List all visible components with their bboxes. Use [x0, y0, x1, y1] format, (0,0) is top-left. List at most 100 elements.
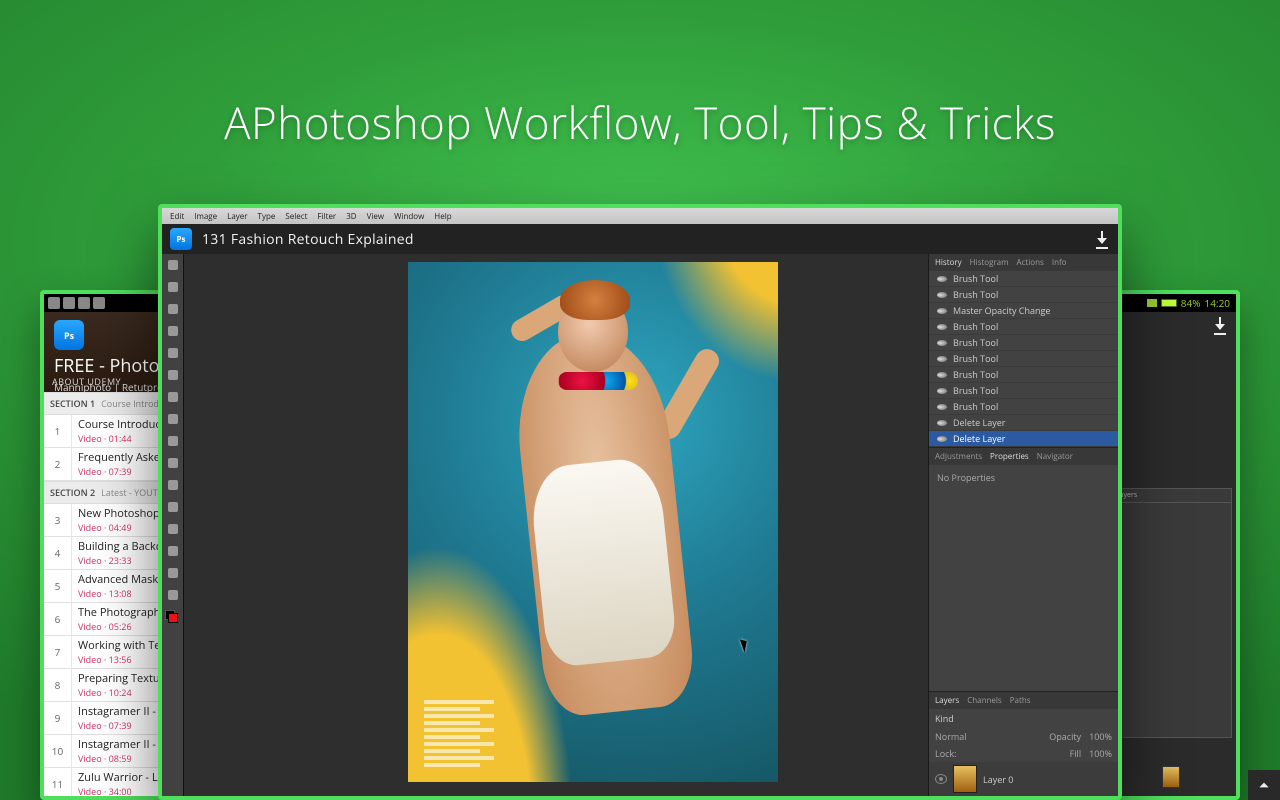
- menu-item[interactable]: Edit: [170, 211, 184, 222]
- history-item[interactable]: Brush Tool: [929, 319, 1118, 335]
- menu-item[interactable]: Window: [394, 211, 424, 222]
- history-item[interactable]: Master Opacity Change: [929, 303, 1118, 319]
- tool-button[interactable]: [162, 298, 183, 320]
- panel-tab[interactable]: Navigator: [1037, 451, 1073, 462]
- tool-icon: [168, 282, 178, 292]
- document-canvas[interactable]: [408, 262, 778, 782]
- tool-strip[interactable]: [162, 254, 184, 796]
- magazine-text: [424, 697, 504, 770]
- menu-item[interactable]: Select: [285, 211, 307, 222]
- tool-icon: [168, 370, 178, 380]
- kind-label: Kind: [935, 712, 954, 725]
- tool-icon: [168, 392, 178, 402]
- history-item[interactable]: Delete Layer: [929, 415, 1118, 431]
- tool-icon: [168, 260, 178, 270]
- download-icon[interactable]: [1094, 231, 1110, 247]
- menu-item[interactable]: Type: [258, 211, 276, 222]
- panel-tabs-history[interactable]: History Histogram Actions Info: [929, 254, 1118, 271]
- tool-button[interactable]: [162, 584, 183, 606]
- brush-icon: [937, 276, 947, 282]
- history-item[interactable]: Brush Tool: [929, 335, 1118, 351]
- status-icon: [93, 297, 105, 309]
- menu-item[interactable]: Help: [434, 211, 451, 222]
- history-item-label: Delete Layer: [953, 416, 1005, 429]
- opacity-value[interactable]: 100%: [1089, 730, 1112, 743]
- history-item[interactable]: Brush Tool: [929, 287, 1118, 303]
- tool-icon: [168, 326, 178, 336]
- video-title: 131 Fashion Retouch Explained: [202, 230, 1084, 249]
- lesson-number: 10: [44, 735, 72, 767]
- photo-figure: [558, 372, 638, 390]
- battery-level: 84%: [1181, 296, 1201, 310]
- history-item[interactable]: Brush Tool: [929, 351, 1118, 367]
- panel-tab[interactable]: Properties: [990, 451, 1029, 462]
- tool-button[interactable]: [162, 562, 183, 584]
- layers-filter-row[interactable]: Kind: [929, 709, 1118, 728]
- panel-tabs-properties[interactable]: Adjustments Properties Navigator: [929, 448, 1118, 465]
- tool-button[interactable]: [162, 452, 183, 474]
- history-item[interactable]: Brush Tool: [929, 383, 1118, 399]
- lesson-number: 2: [44, 448, 72, 480]
- tool-icon: [168, 502, 178, 512]
- layers-lock-row[interactable]: Lock: Fill 100%: [929, 745, 1118, 762]
- lesson-number: 8: [44, 669, 72, 701]
- layer-row[interactable]: Layer 0: [929, 762, 1118, 796]
- history-item[interactable]: Brush Tool: [929, 367, 1118, 383]
- panel-tab[interactable]: Info: [1052, 257, 1067, 268]
- status-icon: [78, 297, 90, 309]
- tool-button[interactable]: [162, 430, 183, 452]
- history-item[interactable]: Brush Tool: [929, 271, 1118, 287]
- fill-value[interactable]: 100%: [1089, 747, 1112, 760]
- tool-icon: [168, 458, 178, 468]
- status-icon: [63, 297, 75, 309]
- menu-item[interactable]: View: [367, 211, 384, 222]
- tool-button[interactable]: [162, 342, 183, 364]
- tool-button[interactable]: [162, 474, 183, 496]
- photo-figure: [528, 456, 678, 668]
- color-swatches[interactable]: [165, 610, 181, 626]
- lesson-number: 7: [44, 636, 72, 668]
- history-item[interactable]: Brush Tool: [929, 399, 1118, 415]
- visibility-icon[interactable]: [935, 774, 947, 784]
- panel-tab[interactable]: Paths: [1010, 695, 1031, 706]
- history-item-label: Brush Tool: [953, 336, 998, 349]
- lesson-number: 5: [44, 570, 72, 602]
- panel-tab[interactable]: Actions: [1017, 257, 1044, 268]
- lesson-number: 3: [44, 504, 72, 536]
- lesson-number: 4: [44, 537, 72, 569]
- status-icon: [48, 297, 60, 309]
- layer-thumb: [1162, 766, 1180, 788]
- layers-panel-fragment: Layers: [1112, 488, 1232, 738]
- panel-tab[interactable]: History: [935, 257, 962, 268]
- blend-mode[interactable]: Normal: [935, 730, 966, 743]
- properties-body: No Properties: [929, 465, 1118, 490]
- menu-item[interactable]: Filter: [317, 211, 336, 222]
- menu-item[interactable]: 3D: [346, 211, 356, 222]
- tab-about[interactable]: ABOUT UDEMY: [52, 375, 121, 388]
- brush-icon: [937, 308, 947, 314]
- section-label: SECTION 1: [50, 397, 95, 410]
- panel-tab[interactable]: Channels: [967, 695, 1002, 706]
- photoshop-workspace: HistoryHistogramActionsInfo Brush ToolBr…: [162, 254, 1118, 796]
- download-icon[interactable]: [1212, 317, 1228, 333]
- tool-button[interactable]: [162, 320, 183, 342]
- history-item[interactable]: Delete Layer: [929, 431, 1118, 447]
- panel-tabs-layers[interactable]: Layers Channels Paths: [929, 692, 1118, 709]
- scroll-top-button[interactable]: [1248, 770, 1280, 800]
- menu-item[interactable]: Image: [194, 211, 217, 222]
- tool-button[interactable]: [162, 364, 183, 386]
- tool-button[interactable]: [162, 254, 183, 276]
- layer-name[interactable]: Layer 0: [983, 773, 1013, 786]
- tool-button[interactable]: [162, 496, 183, 518]
- tool-button[interactable]: [162, 518, 183, 540]
- panel-tab[interactable]: Adjustments: [935, 451, 982, 462]
- history-panel[interactable]: Brush ToolBrush ToolMaster Opacity Chang…: [929, 271, 1118, 447]
- tool-button[interactable]: [162, 386, 183, 408]
- tool-button[interactable]: [162, 276, 183, 298]
- menu-item[interactable]: Layer: [227, 211, 247, 222]
- tool-button[interactable]: [162, 408, 183, 430]
- layers-blend-row[interactable]: Normal Opacity 100%: [929, 728, 1118, 745]
- panel-tab[interactable]: Layers: [935, 695, 959, 706]
- tool-button[interactable]: [162, 540, 183, 562]
- panel-tab[interactable]: Histogram: [970, 257, 1009, 268]
